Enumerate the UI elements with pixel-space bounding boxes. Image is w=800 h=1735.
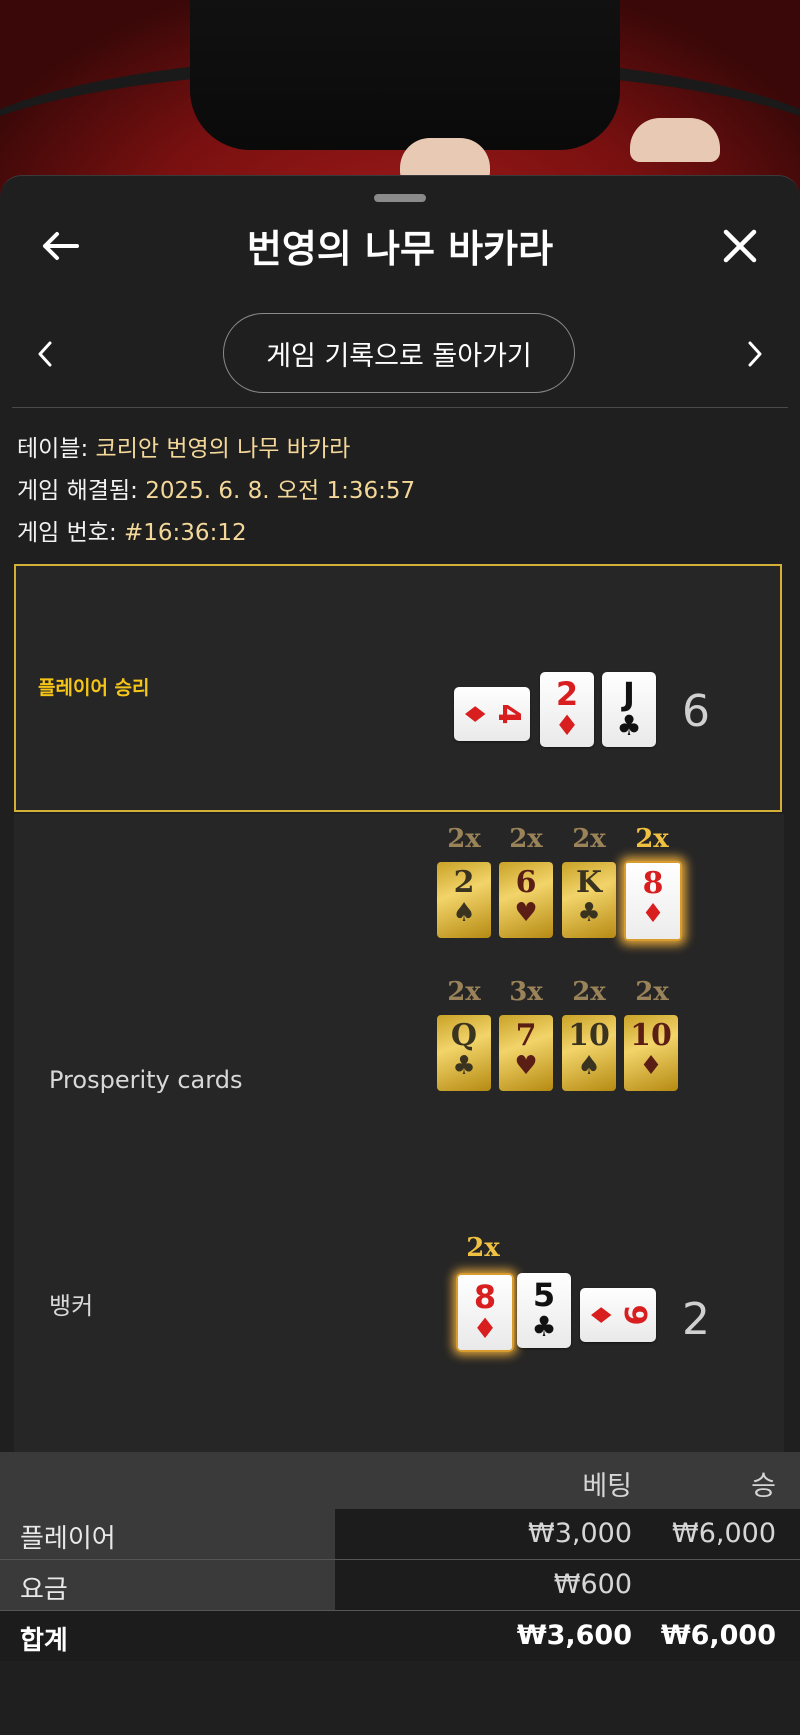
multiplier-label: 2x (509, 824, 543, 854)
chevron-right-icon (748, 341, 762, 367)
prosperity-card: Q ♣ (437, 1015, 491, 1091)
column-header-win: 승 (751, 1471, 776, 1502)
multiplier-label: 2x (635, 977, 669, 1007)
table-row: 요금 ₩600 (0, 1560, 800, 1611)
game-navigation: 게임 기록으로 돌아가기 (0, 313, 800, 397)
prosperity-card: 7 ♥ (499, 1015, 553, 1091)
resolved-label: 게임 해결됨: (17, 478, 138, 504)
card-rank: Q (450, 1018, 478, 1053)
card-rank: 10 (630, 1018, 672, 1053)
total-bet: ₩3,600 (516, 1620, 632, 1651)
back-to-history-button[interactable]: 게임 기록으로 돌아가기 (223, 313, 575, 393)
total-row: 합계 ₩3,600 ₩6,000 (0, 1611, 800, 1661)
close-button[interactable] (710, 216, 770, 276)
dealer-hand-right (630, 118, 720, 162)
card-rank: 7 (515, 1018, 537, 1053)
bets-table-header: 베팅 승 (0, 1452, 800, 1509)
prosperity-card: K ♣ (562, 862, 616, 938)
bet-amount: ₩3,000 (528, 1518, 632, 1549)
prosperity-card: 6 ♥ (499, 862, 553, 938)
row-label-cell: 요금 (0, 1560, 335, 1610)
table-value: 코리안 번영의 나무 바카라 (95, 436, 351, 462)
column-header-bet: 베팅 (582, 1471, 632, 1502)
resolved-value: 2025. 6. 8. 오전 1:36:57 (145, 478, 416, 504)
card-suit: ♠ (452, 898, 476, 928)
card-rank: 5 (532, 1276, 556, 1314)
banker-label: 뱅커 (49, 1292, 94, 1320)
card-rank: 8 (473, 1278, 497, 1316)
card-rank: J (623, 675, 635, 713)
resolved-info: 게임 해결됨: 2025. 6. 8. 오전 1:36:57 (17, 471, 415, 505)
card-suit: ♣ (616, 709, 642, 742)
sheet-drag-handle[interactable] (374, 194, 426, 202)
banker-card-2: 5 ♣ (517, 1273, 571, 1348)
game-number-label: 게임 번호: (17, 520, 117, 546)
card-suit: ♣ (452, 1051, 476, 1081)
chevron-left-icon (38, 341, 52, 367)
row-label: 플레이어 (20, 1524, 116, 1554)
row-label: 요금 (20, 1575, 68, 1605)
card-rank: 6 (515, 865, 537, 900)
player-card-2: 2 ♦ (540, 672, 594, 747)
card-suit: ♠ (577, 1051, 601, 1081)
player-score: 6 (682, 686, 710, 737)
player-card-3: J ♣ (602, 672, 656, 747)
card-rank: K (575, 865, 603, 900)
multiplier-label: 2x (635, 824, 669, 854)
dealer-figure (190, 0, 620, 150)
card-suit: ♦ (584, 1302, 617, 1328)
row-label-cell: 플레이어 (0, 1509, 335, 1559)
live-video-background (0, 0, 800, 200)
card-suit: ♣ (531, 1310, 557, 1343)
banker-card-3: 9 ♦ (580, 1288, 656, 1342)
player-card-1: 4 ♦ (454, 687, 530, 741)
banker-multiplier-label: 2x (466, 1233, 500, 1263)
bet-amount: ₩600 (553, 1569, 632, 1600)
prosperity-card-highlighted: 8 ♦ (624, 861, 682, 941)
card-rank: 4 (491, 703, 526, 725)
card-rank: 2 (555, 675, 579, 713)
game-number-value: #16:36:12 (124, 520, 247, 546)
divider (12, 407, 788, 408)
card-suit: ♣ (577, 898, 601, 928)
total-label: 합계 (20, 1626, 68, 1656)
close-icon (723, 229, 757, 263)
card-suit: ♦ (458, 701, 491, 727)
multiplier-label: 2x (447, 977, 481, 1007)
card-suit: ♦ (641, 899, 665, 929)
win-amount: ₩6,000 (672, 1518, 776, 1549)
page-title: 번영의 나무 바카라 (246, 227, 554, 271)
card-suit: ♦ (639, 1051, 663, 1081)
prosperity-card: 10 ♠ (562, 1015, 616, 1091)
card-suit: ♦ (472, 1312, 498, 1345)
card-rank: 2 (453, 865, 475, 900)
card-rank: 9 (617, 1304, 652, 1326)
card-suit: ♦ (554, 709, 580, 742)
prosperity-card: 2 ♠ (437, 862, 491, 938)
multiplier-label: 2x (447, 824, 481, 854)
multiplier-label: 3x (509, 977, 543, 1007)
banker-score: 2 (682, 1294, 710, 1345)
next-game-button[interactable] (730, 329, 780, 379)
player-win-label: 플레이어 승리 (38, 677, 150, 699)
total-win: ₩6,000 (660, 1620, 776, 1651)
prosperity-label: Prosperity cards (49, 1066, 243, 1094)
bets-table: 베팅 승 플레이어 ₩3,000 ₩6,000 요금 ₩600 합계 ₩3,60… (0, 1452, 800, 1661)
card-suit: ♥ (514, 1051, 538, 1081)
multiplier-label: 2x (572, 824, 606, 854)
multiplier-label: 2x (572, 977, 606, 1007)
card-suit: ♥ (514, 898, 538, 928)
game-number-info: 게임 번호: #16:36:12 (17, 513, 247, 547)
player-hand-box: 플레이어 승리 4 ♦ 2 ♦ J ♣ 6 (14, 564, 782, 812)
previous-game-button[interactable] (20, 329, 70, 379)
card-rank: 8 (642, 866, 664, 901)
prosperity-card: 10 ♦ (624, 1015, 678, 1091)
table-row: 플레이어 ₩3,000 ₩6,000 (0, 1509, 800, 1560)
banker-card-1: 8 ♦ (456, 1273, 514, 1352)
table-info: 테이블: 코리안 번영의 나무 바카라 (17, 429, 350, 463)
card-rank: 10 (568, 1018, 610, 1053)
table-label: 테이블: (17, 436, 89, 462)
